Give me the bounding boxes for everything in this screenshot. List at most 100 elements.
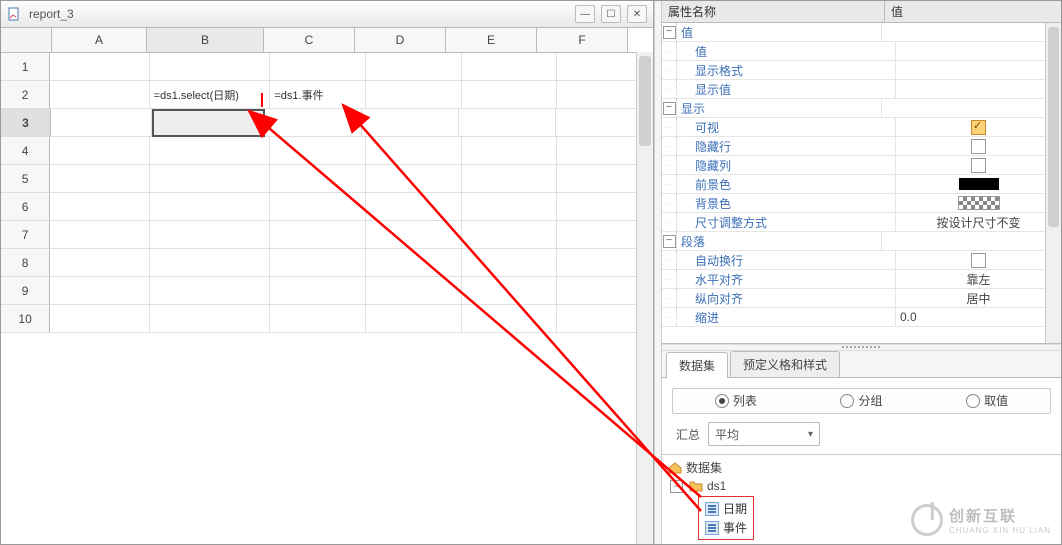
sheet-corner[interactable]	[1, 28, 52, 52]
prop-row[interactable]: ··显示格式	[662, 61, 1061, 80]
cell-C6[interactable]	[270, 193, 366, 221]
tree-collapse-icon[interactable]: −	[670, 480, 683, 493]
col-header-E[interactable]: E	[446, 28, 537, 52]
dataset-root[interactable]: 数据集	[668, 459, 1055, 476]
cell-D10[interactable]	[366, 305, 462, 333]
checkbox-icon[interactable]	[971, 139, 986, 154]
checkbox-icon[interactable]	[971, 120, 986, 135]
cell-E9[interactable]	[462, 277, 558, 305]
toggle-icon[interactable]: −	[663, 102, 676, 115]
cell-C9[interactable]	[270, 277, 366, 305]
cell-A2[interactable]	[50, 81, 150, 109]
maximize-button[interactable]: ☐	[601, 5, 621, 23]
spreadsheet[interactable]: ABCDEF 12=ds1.select(日期)=ds1.事件345678910	[1, 28, 653, 544]
cell-D7[interactable]	[366, 221, 462, 249]
cell-C7[interactable]	[270, 221, 366, 249]
prop-value[interactable]	[896, 194, 1061, 212]
cell-D1[interactable]	[366, 53, 462, 81]
cell-B2[interactable]: =ds1.select(日期)	[150, 81, 271, 109]
cell-A8[interactable]	[50, 249, 150, 277]
cell-B10[interactable]	[150, 305, 271, 333]
cell-B1[interactable]	[150, 53, 271, 81]
minimize-button[interactable]: —	[575, 5, 595, 23]
cell-A1[interactable]	[50, 53, 150, 81]
cell-D3[interactable]	[362, 109, 459, 137]
prop-row[interactable]: ··隐藏行	[662, 137, 1061, 156]
radio-group[interactable]: 分组	[840, 392, 882, 409]
checkbox-icon[interactable]	[971, 253, 986, 268]
row-header-4[interactable]: 4	[1, 137, 50, 165]
prop-scrollbar[interactable]	[1045, 23, 1061, 343]
cell-A4[interactable]	[50, 137, 150, 165]
cell-D2[interactable]	[366, 81, 462, 109]
prop-row[interactable]: ··缩进0.0	[662, 308, 1061, 327]
cell-B4[interactable]	[150, 137, 271, 165]
row-header-6[interactable]: 6	[1, 193, 50, 221]
splitter[interactable]	[654, 1, 662, 544]
cell-B3[interactable]	[152, 109, 266, 137]
toggle-icon[interactable]: −	[663, 235, 676, 248]
col-header-B[interactable]: B	[147, 28, 264, 52]
prop-value[interactable]	[882, 232, 1061, 250]
row-header-10[interactable]: 10	[1, 305, 50, 333]
row-header-9[interactable]: 9	[1, 277, 50, 305]
cell-C3[interactable]	[265, 109, 362, 137]
col-header-A[interactable]: A	[52, 28, 147, 52]
prop-value[interactable]	[882, 99, 1061, 117]
prop-value[interactable]	[896, 175, 1061, 193]
cell-C4[interactable]	[270, 137, 366, 165]
row-header-1[interactable]: 1	[1, 53, 50, 81]
cell-B7[interactable]	[150, 221, 271, 249]
prop-row[interactable]: ··前景色	[662, 175, 1061, 194]
row-header-2[interactable]: 2	[1, 81, 50, 109]
cell-C5[interactable]	[270, 165, 366, 193]
cell-B9[interactable]	[150, 277, 271, 305]
dataset-field[interactable]: 日期	[703, 499, 749, 518]
cell-D4[interactable]	[366, 137, 462, 165]
prop-value[interactable]: 0.0	[896, 308, 1061, 326]
cell-E3[interactable]	[459, 109, 556, 137]
cell-A9[interactable]	[50, 277, 150, 305]
cell-E1[interactable]	[462, 53, 558, 81]
vertical-scrollbar[interactable]	[636, 52, 653, 544]
cell-C2[interactable]: =ds1.事件	[270, 81, 366, 109]
radio-list[interactable]: 列表	[715, 392, 757, 409]
cell-D5[interactable]	[366, 165, 462, 193]
tab-predef[interactable]: 预定义格和样式	[730, 351, 840, 377]
cell-D6[interactable]	[366, 193, 462, 221]
prop-value[interactable]: 按设计尺寸不变	[896, 213, 1061, 231]
prop-row[interactable]: ··可视	[662, 118, 1061, 137]
dataset-field[interactable]: 事件	[703, 518, 749, 537]
prop-value[interactable]: 靠左	[896, 270, 1061, 288]
cell-B6[interactable]	[150, 193, 271, 221]
row-header-8[interactable]: 8	[1, 249, 50, 277]
prop-value[interactable]: 居中	[896, 289, 1061, 307]
cell-E8[interactable]	[462, 249, 558, 277]
tab-dataset[interactable]: 数据集	[666, 352, 728, 378]
prop-value[interactable]	[882, 23, 1061, 41]
cell-D9[interactable]	[366, 277, 462, 305]
prop-value[interactable]	[896, 156, 1061, 174]
row-header-7[interactable]: 7	[1, 221, 50, 249]
cell-C8[interactable]	[270, 249, 366, 277]
checkbox-icon[interactable]	[971, 158, 986, 173]
prop-value[interactable]	[896, 118, 1061, 136]
color-swatch[interactable]	[958, 196, 1000, 210]
cell-E5[interactable]	[462, 165, 558, 193]
prop-row[interactable]: ··自动换行	[662, 251, 1061, 270]
prop-row[interactable]: ··值	[662, 42, 1061, 61]
prop-value[interactable]	[896, 80, 1061, 98]
row-header-3[interactable]: 3	[1, 109, 51, 137]
radio-value[interactable]: 取值	[966, 392, 1008, 409]
cell-E6[interactable]	[462, 193, 558, 221]
prop-row[interactable]: −段落	[662, 232, 1061, 251]
cell-E7[interactable]	[462, 221, 558, 249]
prop-row[interactable]: ··显示值	[662, 80, 1061, 99]
cell-C10[interactable]	[270, 305, 366, 333]
prop-row[interactable]: ··尺寸调整方式按设计尺寸不变	[662, 213, 1061, 232]
cell-A10[interactable]	[50, 305, 150, 333]
cell-B8[interactable]	[150, 249, 271, 277]
scrollbar-thumb[interactable]	[639, 56, 651, 146]
cell-A5[interactable]	[50, 165, 150, 193]
cell-A7[interactable]	[50, 221, 150, 249]
